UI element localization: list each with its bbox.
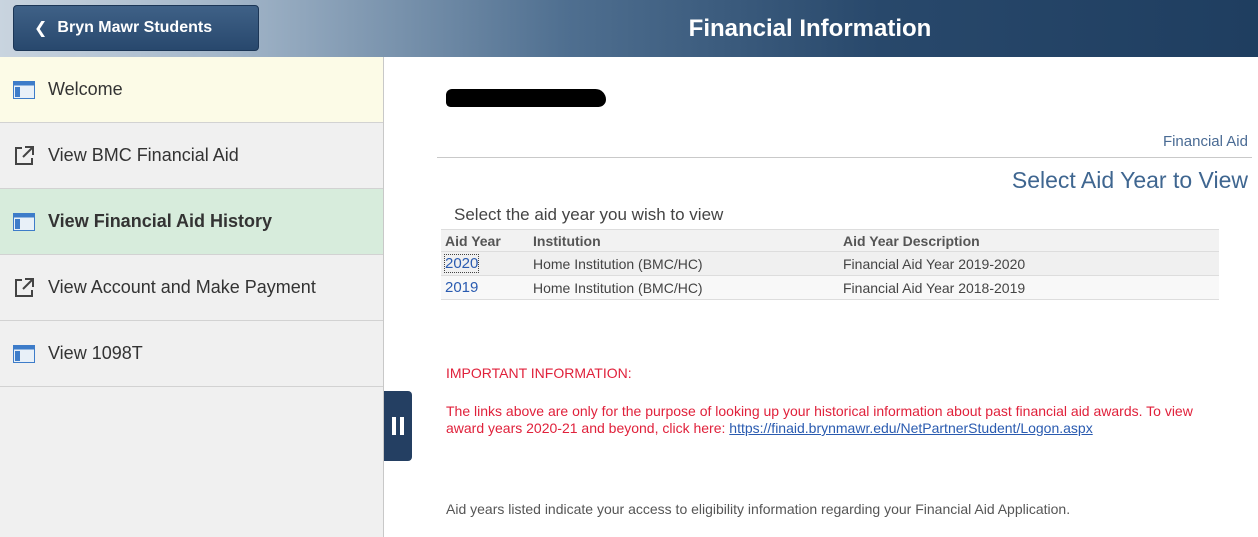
footer-note: Aid years listed indicate your access to…	[446, 501, 1071, 517]
back-button[interactable]: ❮ Bryn Mawr Students	[13, 5, 259, 51]
page-subtitle: Select Aid Year to View	[1011, 167, 1248, 193]
table-row: 2019 Home Institution (BMC/HC) Financial…	[441, 275, 1219, 300]
section-label: Financial Aid	[1162, 133, 1248, 150]
table-cell: Home Institution (BMC/HC)	[529, 251, 839, 276]
table-row: 2020 Home Institution (BMC/HC) Financial…	[441, 251, 1219, 276]
table-cell: Financial Aid Year 2018-2019	[839, 275, 1219, 300]
collapse-sidebar-handle[interactable]	[384, 391, 412, 461]
pause-icon	[390, 417, 406, 435]
divider	[437, 157, 1252, 158]
important-heading: IMPORTANT INFORMATION:	[446, 365, 632, 381]
sidebar-item-view-1098t[interactable]: View 1098T	[0, 321, 383, 387]
column-header: Aid Year Description	[839, 229, 1219, 252]
sidebar-item-welcome[interactable]: Welcome	[0, 57, 383, 123]
sidebar-item-label: Welcome	[48, 79, 123, 99]
netpartner-link[interactable]: https://finaid.brynmawr.edu/NetPartnerSt…	[729, 420, 1092, 436]
table-cell: 2019	[441, 275, 529, 300]
sidebar-item-label: View 1098T	[48, 343, 143, 363]
sidebar-item-label: View Financial Aid History	[48, 211, 273, 231]
main-content: Financial Aid Select Aid Year to View Se…	[412, 57, 1258, 537]
sidebar-item-view-financial-aid-history[interactable]: View Financial Aid History	[0, 189, 383, 255]
aid-year-link-2020[interactable]: 2020	[443, 254, 480, 273]
sidebar-item-label: View Account and Make Payment	[48, 277, 316, 297]
page-header: ❮ Bryn Mawr Students Financial Informati…	[0, 0, 1258, 57]
sidebar-item-label: View BMC Financial Aid	[48, 145, 239, 165]
aid-year-table: Aid Year Institution Aid Year Descriptio…	[441, 229, 1219, 300]
sidebar-item-view-account-and-make-payment[interactable]: View Account and Make Payment	[0, 255, 383, 321]
table-cell: 2020	[441, 251, 529, 276]
chevron-left-icon: ❮	[34, 20, 48, 37]
back-button-label: Bryn Mawr Students	[57, 19, 213, 36]
column-header: Institution	[529, 229, 839, 252]
page-icon	[12, 211, 36, 233]
table-cell: Financial Aid Year 2019-2020	[839, 251, 1219, 276]
column-header: Aid Year	[441, 229, 529, 252]
table-cell: Home Institution (BMC/HC)	[529, 275, 839, 300]
important-note: The links above are only for the purpose…	[446, 403, 1226, 437]
sidebar-item-view-bmc-financial-aid[interactable]: View BMC Financial Aid	[0, 123, 383, 189]
instruction-text: Select the aid year you wish to view	[454, 205, 724, 224]
redacted-name	[446, 89, 606, 107]
page-title: Financial Information	[688, 14, 932, 42]
page-icon	[12, 79, 36, 101]
table-header-row: Aid Year Institution Aid Year Descriptio…	[441, 229, 1219, 252]
sidebar: Welcome View BMC Financial Aid View Fina…	[0, 57, 384, 537]
external-link-icon	[12, 145, 36, 167]
aid-year-link-2019[interactable]: 2019	[445, 279, 478, 296]
external-link-icon	[12, 277, 36, 299]
page-icon	[12, 343, 36, 365]
